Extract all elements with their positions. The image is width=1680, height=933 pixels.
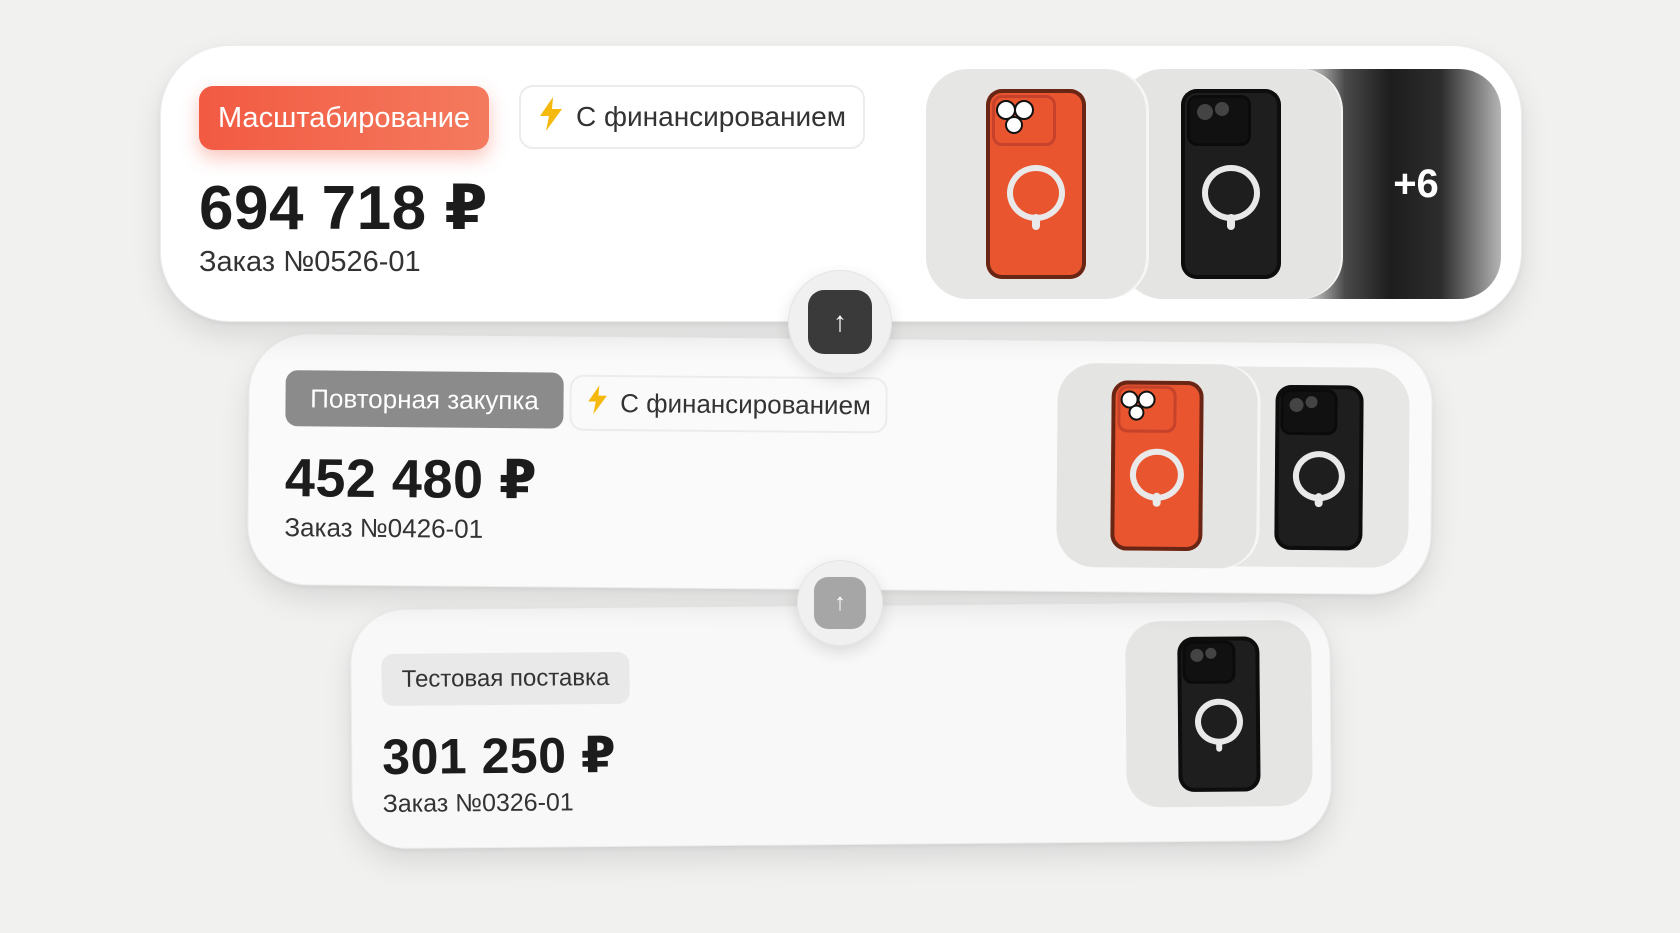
connector-upgrade-2: ↑ [797,560,883,646]
connector-upgrade-1: ↑ [788,270,892,374]
order-number: Заказ №0426-01 [284,512,484,544]
financing-label: С финансированием [620,387,872,420]
more-count: +6 [1393,161,1439,206]
tag-repeat-purchase: Повторная закупка [285,370,564,429]
lightning-icon [586,384,608,421]
product-thumbnail[interactable] [1121,69,1341,299]
tag-scaling: Масштабирование [199,86,489,150]
black-phone-case [1181,89,1281,279]
lightning-icon [538,96,564,138]
tag-test-delivery: Тестовая поставка [381,651,630,707]
product-thumbnail[interactable] [1056,362,1258,569]
tag-repeat-label: Повторная закупка [310,382,539,415]
black-phone-case [1274,384,1364,551]
black-phone-case [1177,635,1261,792]
arrow-up-icon[interactable]: ↑ [814,577,866,629]
order-price: 301 250 ₽ [382,726,617,786]
product-thumbnail[interactable] [926,69,1146,299]
orange-phone-case [986,89,1086,279]
tag-scaling-label: Масштабирование [217,101,471,134]
order-number: Заказ №0526-01 [199,246,421,278]
tag-test-label: Тестовая поставка [401,664,610,693]
order-price: 452 480 ₽ [284,448,538,511]
order-price: 694 718 ₽ [199,174,488,243]
financing-badge: С финансированием [569,374,888,434]
financing-label: С финансированием [575,101,847,132]
arrow-up-icon[interactable]: ↑ [808,290,872,354]
financing-badge: С финансированием [519,85,865,149]
orange-phone-case [1110,380,1204,552]
product-thumbnail[interactable] [1125,619,1313,808]
order-number: Заказ №0326-01 [382,788,574,819]
